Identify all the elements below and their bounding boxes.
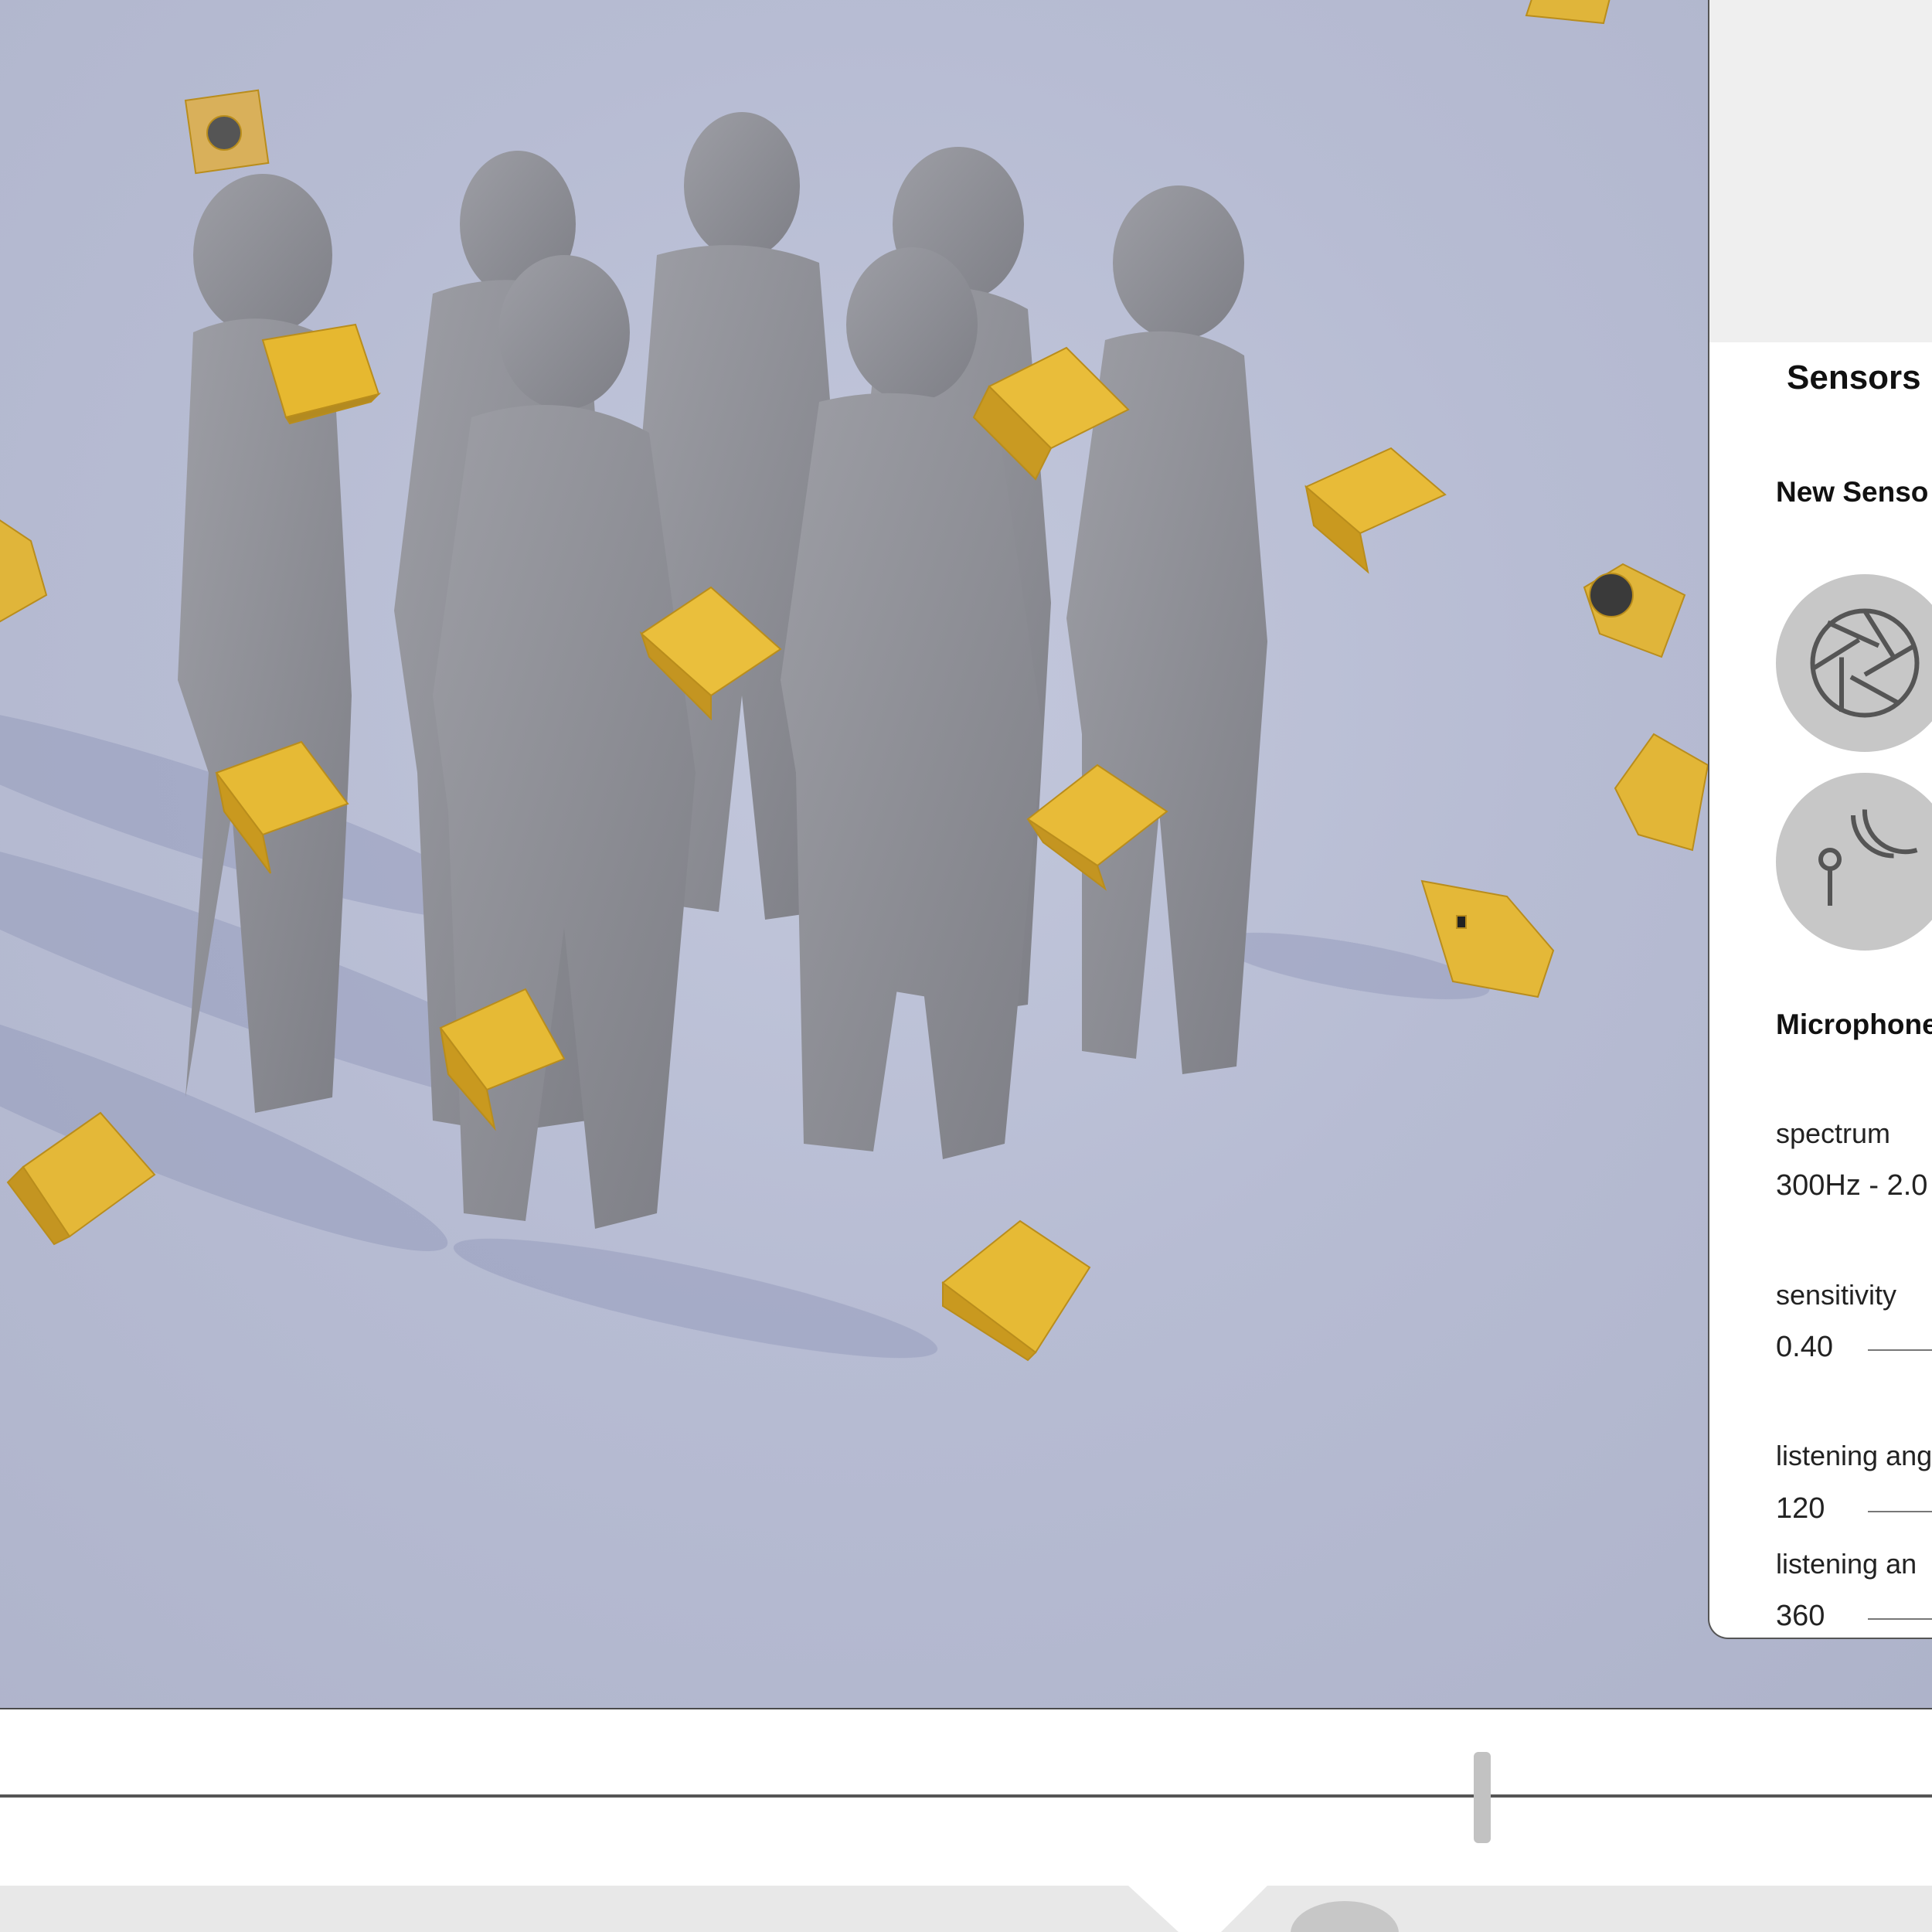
- sensor-cube: [184, 89, 270, 175]
- spectrum-label: spectrum: [1776, 1117, 1891, 1149]
- sensitivity-slider[interactable]: [1868, 1349, 1932, 1351]
- sensor-cube: [0, 519, 48, 623]
- camera-aperture-icon: [1810, 608, 1920, 718]
- microphone-sensor-button[interactable]: [1776, 773, 1932, 951]
- microphone-section-label: Microphone: [1776, 1009, 1932, 1040]
- sensor-cube: [1614, 733, 1708, 852]
- timeline-scrubber[interactable]: [1474, 1752, 1491, 1843]
- panel-preview-area: [1709, 0, 1932, 342]
- sensor-cube: [1304, 447, 1447, 574]
- scene-render: [0, 0, 1708, 1362]
- panel-title: Sensors: [1787, 359, 1921, 396]
- bottom-toolbar: [0, 1886, 1932, 1932]
- timeline-track[interactable]: [0, 1794, 1932, 1798]
- toolbar-notch: [1128, 1886, 1399, 1932]
- listening-angle2-label: listening an: [1776, 1548, 1917, 1580]
- listening-angle-label: listening ang: [1776, 1440, 1932, 1471]
- spectrum-value[interactable]: 300Hz - 2.0: [1776, 1169, 1927, 1202]
- sensitivity-value: 0.40: [1776, 1331, 1833, 1363]
- timeline: [0, 1709, 1932, 1886]
- sensitivity-label: sensitivity: [1776, 1279, 1897, 1311]
- listening-angle2-value: 360: [1776, 1600, 1825, 1632]
- new-sensor-label: New Senso: [1776, 476, 1929, 508]
- figure-1: [178, 174, 352, 1114]
- listening-angle2-slider[interactable]: [1868, 1618, 1932, 1620]
- listening-angle-value: 120: [1776, 1492, 1825, 1525]
- microphone-icon: [1818, 809, 1918, 906]
- 3d-viewport[interactable]: Sensors New Senso Microphone spectrum 30…: [0, 0, 1932, 1709]
- figure-5: [1066, 185, 1267, 1074]
- sensor-cube: [1525, 0, 1611, 25]
- sensor-cube: [941, 1219, 1091, 1362]
- sensors-panel: Sensors New Senso Microphone spectrum 30…: [1708, 0, 1932, 1639]
- listening-angle-slider[interactable]: [1868, 1511, 1932, 1512]
- camera-sensor-button[interactable]: [1776, 574, 1932, 752]
- sensor-cube: [1583, 563, 1686, 658]
